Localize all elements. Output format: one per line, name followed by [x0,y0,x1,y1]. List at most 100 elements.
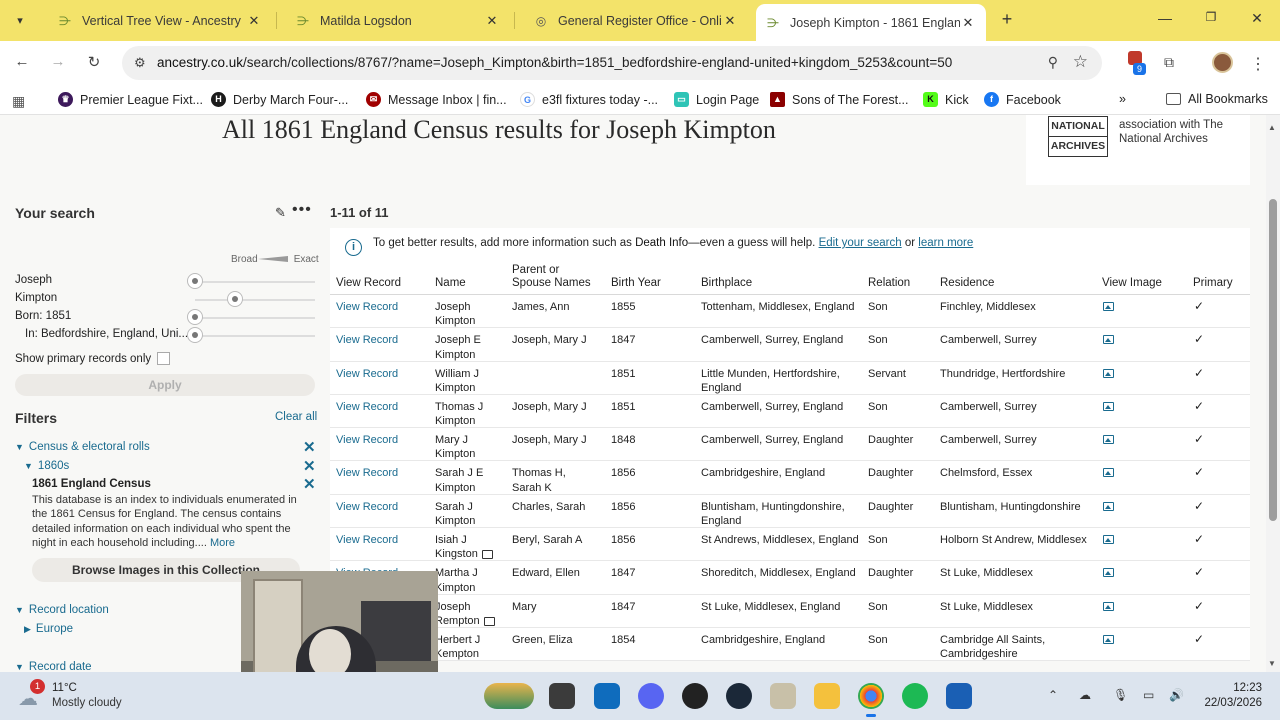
chrome-icon[interactable] [858,683,884,717]
view-image-icon[interactable] [1103,401,1114,411]
born-slider[interactable] [187,309,203,325]
view-image-icon[interactable] [1103,568,1114,578]
more-link[interactable]: More [210,537,235,549]
back-icon[interactable]: ← [12,53,32,73]
file-manager-icon[interactable] [549,683,575,709]
tab-search-button[interactable]: ▾ [8,8,32,32]
bookmark-kick[interactable]: K Kick [923,92,969,107]
scroll-up-icon[interactable]: ▲ [1268,123,1276,132]
steam-icon[interactable] [726,683,752,709]
clock-time[interactable]: 12:23 [1204,682,1262,694]
weather-desc[interactable]: Mostly cloudy [52,697,122,709]
tab-matilda-logsdon[interactable]: ⋺ Matilda Logsdon ✕ [286,6,510,35]
outlook-icon[interactable] [594,683,620,709]
folder-icon[interactable] [814,683,840,709]
comment-icon[interactable] [481,549,493,559]
bookmark-sons-of-the-forest[interactable]: ▲ Sons of The Forest... [770,92,909,107]
view-image-icon[interactable] [1103,335,1114,345]
bookmark-login-page[interactable]: ▭ Login Page [674,92,759,107]
filter-1860s[interactable]: ▼ 1860s [24,460,69,472]
more-options-icon[interactable]: ••• [292,201,312,219]
clear-all-link[interactable]: Clear all [275,411,317,423]
view-image-icon[interactable] [1103,368,1114,378]
view-image-icon[interactable] [1103,468,1114,478]
learn-more-link[interactable]: learn more [918,237,973,249]
show-primary-toggle[interactable]: Show primary records only [15,352,171,365]
new-tab-button[interactable]: + [996,9,1018,31]
comment-icon[interactable] [483,616,495,626]
view-record-link[interactable]: View Record [336,367,398,381]
close-tab-icon[interactable]: ✕ [246,13,262,29]
restore-icon[interactable]: ❐ [1201,10,1221,24]
last-name-slider[interactable] [227,291,243,307]
bookmark-star-icon[interactable]: ☆ [1073,52,1088,72]
edit-pencil-icon[interactable]: ✎ [275,205,286,221]
view-image-icon[interactable] [1103,435,1114,445]
view-record-link[interactable]: View Record [336,333,398,347]
network-icon[interactable]: ▭ [1143,688,1154,702]
bookmark-message-inbox[interactable]: ✉ Message Inbox | fin... [366,92,507,107]
filter-census-electoral[interactable]: ▼ Census & electoral rolls [15,441,150,453]
bookmark-e3fl-fixtures[interactable]: Ge3fl fixtures today -... [520,92,658,107]
view-image-icon[interactable] [1103,302,1114,311]
remove-filter-icon[interactable]: ✕ [303,457,316,475]
bookmark-premier-league[interactable]: ♛ Premier League Fixt... [58,92,203,107]
site-settings-icon[interactable]: ⚙ [134,55,146,71]
bookmark-facebook[interactable]: f Facebook [984,92,1061,107]
view-record-link[interactable]: View Record [336,300,398,314]
view-record-link[interactable]: View Record [336,466,398,480]
view-record-link[interactable]: View Record [336,400,398,414]
scroll-thumb[interactable] [1269,199,1277,521]
bookmark-derby-march[interactable]: H Derby March Four-... [211,92,348,107]
born-in-slider[interactable] [187,327,203,343]
zoom-icon[interactable]: ⚲ [1048,54,1058,71]
clock-date[interactable]: 22/03/2026 [1196,697,1262,709]
view-record-link[interactable]: View Record [336,533,398,547]
filter-europe[interactable]: ▶ Europe [24,623,73,635]
show-primary-checkbox[interactable] [157,352,171,365]
extensions-puzzle-icon[interactable]: ⧉ [1159,54,1179,72]
remote-desktop-icon[interactable] [946,683,972,709]
view-image-icon[interactable] [1103,535,1114,545]
filter-record-location[interactable]: ▼ Record location [15,604,109,616]
forward-icon[interactable]: → [48,53,68,73]
tab-joseph-kimpton[interactable]: ⋺ Joseph Kimpton - 1861 Englanc ✕ [756,4,986,41]
more-bookmarks-icon[interactable]: » [1119,92,1126,106]
all-bookmarks[interactable]: All Bookmarks [1166,92,1268,106]
view-record-link[interactable]: View Record [336,500,398,514]
view-image-icon[interactable] [1103,501,1114,511]
first-name-slider[interactable] [187,273,203,289]
microphone-icon[interactable]: 🎙 [1113,688,1128,702]
chevron-up-icon[interactable]: ⌃ [1048,688,1058,702]
close-tab-icon[interactable]: ✕ [722,13,738,29]
minimize-icon[interactable]: — [1155,10,1175,26]
onedrive-icon[interactable]: ☁ [1079,688,1091,702]
page-scrollbar[interactable]: ▲ ▼ [1266,115,1280,672]
remove-filter-icon[interactable]: ✕ [303,475,316,493]
tab-general-register-office[interactable]: ◎ General Register Office - Onlin ✕ [524,6,748,35]
weather-temp[interactable]: 11°C [52,682,77,694]
widgets-icon[interactable] [484,683,534,709]
profile-avatar[interactable] [1212,52,1233,73]
close-window-icon[interactable]: ✕ [1247,10,1267,27]
discord-icon[interactable] [638,683,664,709]
browser-menu-icon[interactable]: ⋮ [1248,54,1268,73]
game-icon[interactable] [770,683,796,709]
apps-grid-icon[interactable]: ▦ [12,93,25,110]
close-tab-icon[interactable]: ✕ [960,15,976,31]
reload-icon[interactable]: ↻ [84,53,104,73]
view-record-link[interactable]: View Record [336,433,398,447]
speaker-icon[interactable]: 🔊 [1169,688,1184,702]
scroll-down-icon[interactable]: ▼ [1268,659,1276,668]
filter-record-date[interactable]: ▼ Record date [15,661,92,672]
close-tab-icon[interactable]: ✕ [484,13,500,29]
remove-filter-icon[interactable]: ✕ [303,438,316,456]
edit-search-link[interactable]: Edit your search [819,237,902,249]
chatgpt-icon[interactable] [682,683,708,709]
url-text[interactable]: ancestry.co.uk/search/collections/8767/?… [157,55,952,70]
view-image-icon[interactable] [1103,634,1114,644]
address-bar[interactable]: ⚙ ancestry.co.uk/search/collections/8767… [122,46,1102,80]
view-image-icon[interactable] [1103,601,1114,611]
apply-button[interactable]: Apply [15,374,315,396]
tab-vertical-tree[interactable]: ⋺ Vertical Tree View - Ancestry ✕ [48,6,272,35]
